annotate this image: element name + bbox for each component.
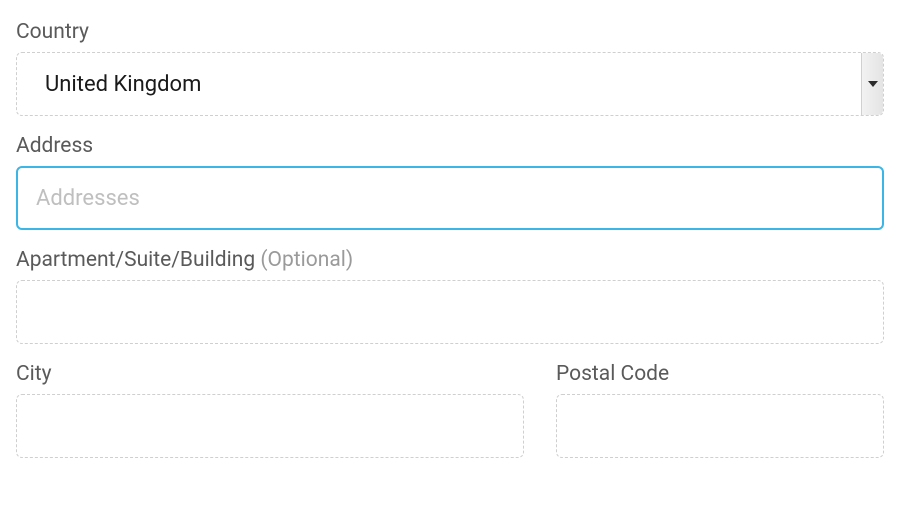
address-input[interactable] <box>16 166 884 230</box>
country-label: Country <box>16 20 884 44</box>
country-select[interactable]: United Kingdom <box>16 52 884 116</box>
apartment-optional-text: (Optional) <box>260 248 353 272</box>
city-postal-row: City Postal Code <box>16 362 884 476</box>
address-group: Address <box>16 134 884 230</box>
country-select-wrapper: United Kingdom <box>16 52 884 116</box>
apartment-label-text: Apartment/Suite/Building <box>16 248 260 272</box>
apartment-input[interactable] <box>16 280 884 344</box>
postal-label: Postal Code <box>556 362 884 386</box>
city-label: City <box>16 362 524 386</box>
apartment-group: Apartment/Suite/Building (Optional) <box>16 248 884 344</box>
address-label: Address <box>16 134 884 158</box>
country-group: Country United Kingdom <box>16 20 884 116</box>
postal-group: Postal Code <box>556 362 884 458</box>
city-input[interactable] <box>16 394 524 458</box>
postal-input[interactable] <box>556 394 884 458</box>
apartment-label: Apartment/Suite/Building (Optional) <box>16 248 884 272</box>
city-group: City <box>16 362 524 458</box>
